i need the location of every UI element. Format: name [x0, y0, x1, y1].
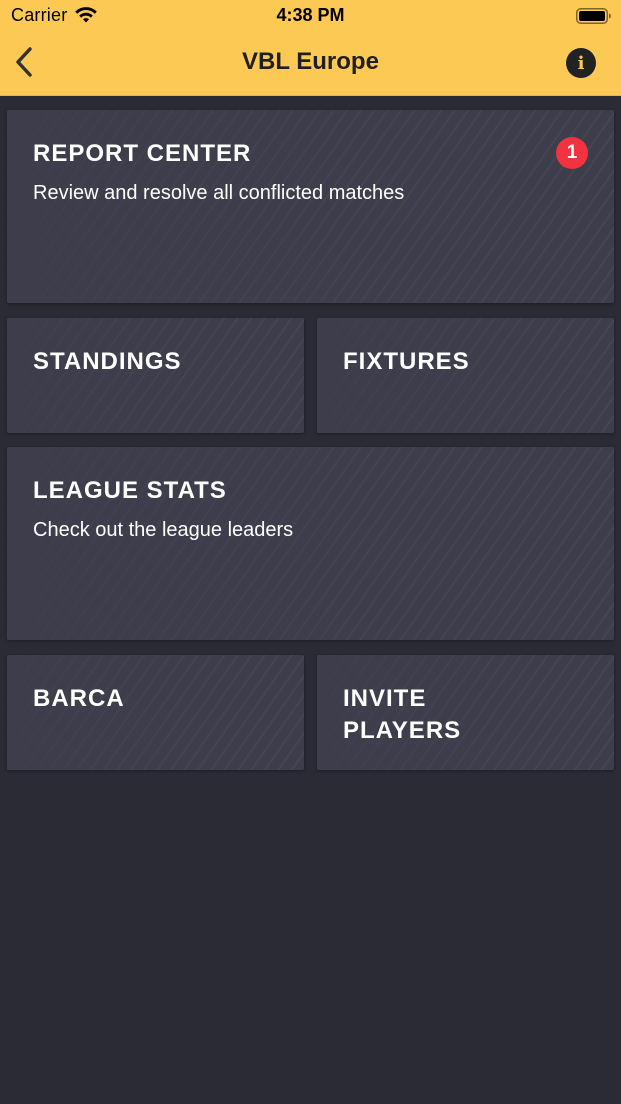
fixtures-title: FIXTURES — [343, 348, 470, 375]
battery-icon — [576, 8, 612, 24]
standings-title: STANDINGS — [33, 348, 182, 375]
notification-badge: 1 — [556, 137, 588, 169]
info-icon: i — [577, 52, 585, 74]
status-time: 4:38 PM — [276, 5, 345, 25]
league-stats-title: LEAGUE STATS — [33, 477, 227, 504]
invite-players-title: INVITE PLAYERS — [343, 683, 461, 747]
report-center-title: REPORT CENTER — [33, 140, 252, 167]
nav-bar: VBL Europe i — [0, 32, 621, 94]
status-bar: Carrier 4:38 PM — [0, 0, 621, 32]
report-center-tile[interactable]: REPORT CENTER Review and resolve all con… — [7, 110, 614, 303]
invite-players-tile[interactable]: INVITE PLAYERS — [317, 655, 614, 770]
report-center-subtitle: Review and resolve all conflicted matche… — [33, 182, 405, 204]
team-title: BARCA — [33, 685, 125, 712]
league-stats-tile[interactable]: LEAGUE STATS Check out the league leader… — [7, 447, 614, 640]
standings-tile[interactable]: STANDINGS — [7, 318, 304, 433]
invite-players-title-line1: INVITE — [343, 685, 427, 712]
info-button[interactable]: i — [566, 48, 596, 78]
fixtures-tile[interactable]: FIXTURES — [317, 318, 614, 433]
league-stats-subtitle: Check out the league leaders — [33, 519, 294, 541]
page-title: VBL Europe — [242, 48, 379, 75]
invite-players-title-line2: PLAYERS — [343, 717, 462, 744]
app-header: Carrier 4:38 PM VBL Europe i — [0, 0, 621, 96]
team-tile[interactable]: BARCA — [7, 655, 304, 770]
